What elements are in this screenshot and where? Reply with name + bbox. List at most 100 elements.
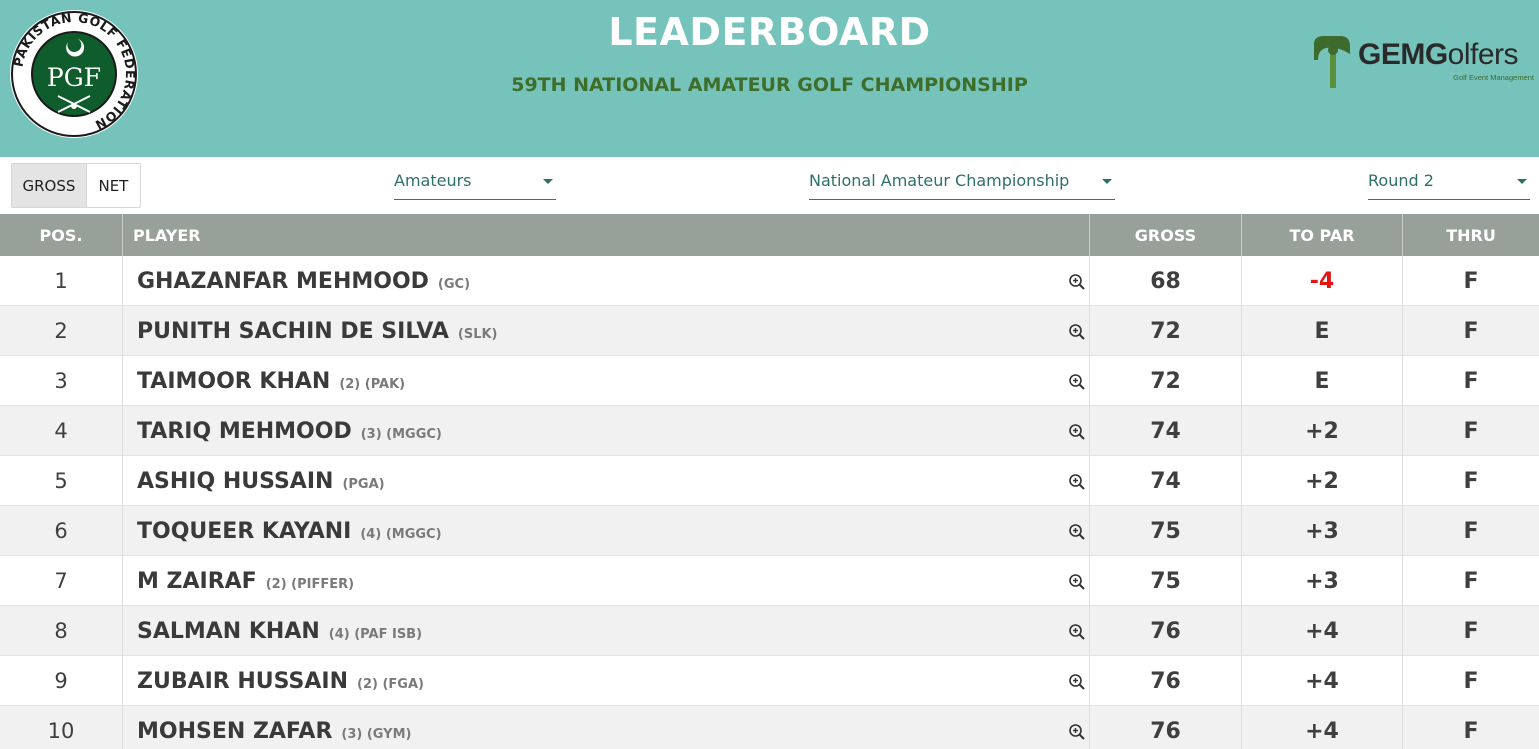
gross-score: 68 [1150,268,1181,294]
gross-cell: 76 [1090,606,1242,656]
leaderboard-table: POS. PLAYER GROSS TO PAR THRU 1 GHAZANFAR… [0,214,1539,749]
position-value: 9 [54,669,68,693]
table-row[interactable]: 6 TOQUEER KAYANI (4) (MGGC) 75 +3 F [0,506,1539,556]
pos-cell: 5 [0,456,123,506]
player-meta: (GC) [437,276,471,292]
event-select-value: National Amateur Championship [809,171,1070,190]
player-name[interactable]: GHAZANFAR MEHMOOD [137,269,429,294]
player-name[interactable]: TARIQ MEHMOOD [137,419,352,444]
position-value: 2 [54,319,68,343]
player-name[interactable]: MOHSEN ZAFAR [137,719,332,744]
to-par-score: +4 [1305,668,1339,694]
zoom-in-icon[interactable] [1068,423,1086,441]
player-meta: (2) (PIFFER) [265,576,355,592]
caret-down-icon [543,179,553,184]
header-banner: PAKISTAN GOLF FEDERATION PGF LEADERBOARD… [0,0,1539,157]
player-name[interactable]: SALMAN KHAN [137,619,320,644]
gross-cell: 68 [1090,256,1242,306]
player-name[interactable]: ASHIQ HUSSAIN [137,469,333,494]
table-row[interactable]: 1 GHAZANFAR MEHMOOD (GC) 68 -4 F [0,256,1539,306]
gross-net-toggle: GROSS NET [11,163,141,208]
pos-cell: 3 [0,356,123,406]
table-row[interactable]: 2 PUNITH SACHIN DE SILVA (SLK) 72 E F [0,306,1539,356]
player-name[interactable]: PUNITH SACHIN DE SILVA [137,319,449,344]
to-par-cell: +3 [1242,556,1403,606]
gemgolfers-tagline: Golf Event Management [1453,73,1534,82]
player-meta: (2) (PAK) [339,376,406,392]
table-row[interactable]: 4 TARIQ MEHMOOD (3) (MGGC) 74 +2 F [0,406,1539,456]
header-pos[interactable]: POS. [0,214,123,256]
table-row[interactable]: 5 ASHIQ HUSSAIN (PGA) 74 +2 F [0,456,1539,506]
gross-toggle-button[interactable]: GROSS [12,164,87,207]
player-name[interactable]: TOQUEER KAYANI [137,519,351,544]
thru-cell: F [1403,556,1539,606]
zoom-in-icon[interactable] [1068,273,1086,291]
table-row[interactable]: 3 TAIMOOR KHAN (2) (PAK) 72 E F [0,356,1539,406]
zoom-in-icon[interactable] [1068,373,1086,391]
position-value: 3 [54,369,68,393]
header-player[interactable]: PLAYER [123,214,1090,256]
gross-cell: 74 [1090,456,1242,506]
player-meta: (4) (PAF ISB) [328,626,423,642]
to-par-cell: +2 [1242,456,1403,506]
gemgolfers-wordmark: GEMGolfers [1358,38,1519,71]
to-par-cell: E [1242,306,1403,356]
to-par-score: +4 [1305,618,1339,644]
thru-value: F [1463,518,1479,544]
player-cell: TOQUEER KAYANI (4) (MGGC) [123,506,1090,556]
table-row[interactable]: 8 SALMAN KHAN (4) (PAF ISB) 76 +4 F [0,606,1539,656]
zoom-in-icon[interactable] [1068,573,1086,591]
championship-subtitle: 59TH NATIONAL AMATEUR GOLF CHAMPIONSHIP [511,74,1028,96]
round-select[interactable]: Round 2 [1368,166,1530,200]
gross-score: 72 [1150,368,1181,394]
thru-cell: F [1403,356,1539,406]
header-to-par[interactable]: TO PAR [1242,214,1403,256]
thru-value: F [1463,568,1479,594]
gross-cell: 76 [1090,706,1242,749]
player-meta: (PGA) [342,476,385,492]
player-cell: MOHSEN ZAFAR (3) (GYM) [123,706,1090,749]
thru-cell: F [1403,306,1539,356]
zoom-in-icon[interactable] [1068,473,1086,491]
thru-value: F [1463,268,1479,294]
zoom-in-icon[interactable] [1068,623,1086,641]
player-meta: (2) (FGA) [357,676,424,692]
zoom-in-icon[interactable] [1068,523,1086,541]
thru-value: F [1463,618,1479,644]
pos-cell: 6 [0,506,123,556]
net-toggle-button[interactable]: NET [86,164,140,207]
thru-value: F [1463,318,1479,344]
to-par-score: E [1314,318,1330,344]
player-cell: GHAZANFAR MEHMOOD (GC) [123,256,1090,306]
gross-score: 75 [1150,568,1181,594]
player-cell: ZUBAIR HUSSAIN (2) (FGA) [123,656,1090,706]
table-row[interactable]: 10 MOHSEN ZAFAR (3) (GYM) 76 +4 F [0,706,1539,749]
pos-cell: 10 [0,706,123,749]
table-row[interactable]: 9 ZUBAIR HUSSAIN (2) (FGA) 76 +4 F [0,656,1539,706]
zoom-in-icon[interactable] [1068,723,1086,741]
gemgolfers-logo-icon [1314,36,1350,88]
page-title: LEADERBOARD [608,10,931,54]
position-value: 1 [54,269,68,293]
gross-cell: 75 [1090,506,1242,556]
player-cell: M ZAIRAF (2) (PIFFER) [123,556,1090,606]
pos-cell: 4 [0,406,123,456]
player-meta: (3) (GYM) [341,726,412,742]
player-meta: (3) (MGGC) [360,426,442,442]
header-gross[interactable]: GROSS [1090,214,1242,256]
gross-score: 74 [1150,418,1181,444]
to-par-cell: +2 [1242,406,1403,456]
player-name[interactable]: ZUBAIR HUSSAIN [137,669,348,694]
player-name[interactable]: M ZAIRAF [137,569,257,594]
event-select[interactable]: National Amateur Championship [809,166,1115,200]
zoom-in-icon[interactable] [1068,323,1086,341]
header-thru[interactable]: THRU [1403,214,1539,256]
zoom-in-icon[interactable] [1068,673,1086,691]
gross-cell: 75 [1090,556,1242,606]
thru-cell: F [1403,456,1539,506]
table-row[interactable]: 7 M ZAIRAF (2) (PIFFER) 75 +3 F [0,556,1539,606]
category-select[interactable]: Amateurs [394,166,556,200]
player-name[interactable]: TAIMOOR KHAN [137,369,330,394]
player-cell: TAIMOOR KHAN (2) (PAK) [123,356,1090,406]
gross-cell: 72 [1090,306,1242,356]
